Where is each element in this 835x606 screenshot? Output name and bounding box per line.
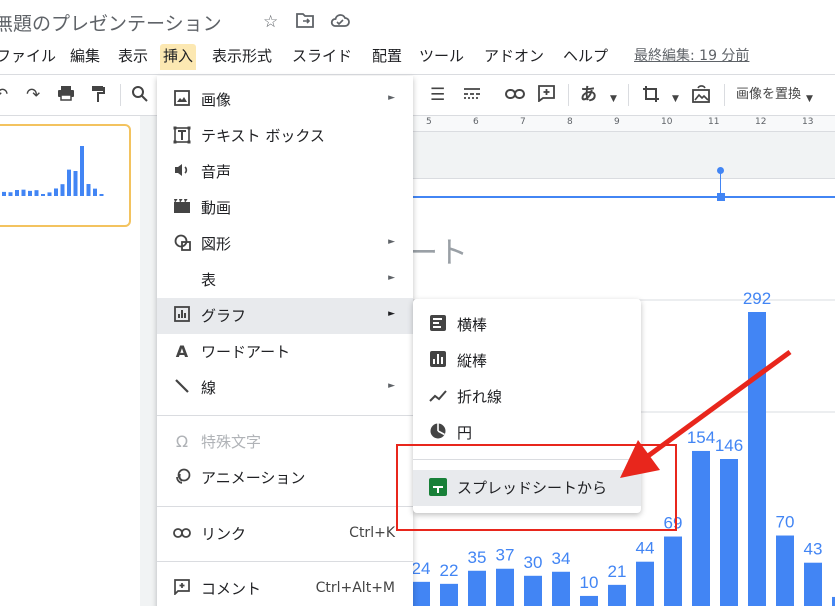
slides-app: 無題のプレゼンテーション ☆ ファイル 編集 表示 挿入 表示形式 スライド 配… (0, 0, 835, 606)
annotation-arrow (620, 349, 792, 478)
annotation-arrow-head (620, 440, 660, 478)
annotation-arrow-shaft (646, 349, 792, 459)
